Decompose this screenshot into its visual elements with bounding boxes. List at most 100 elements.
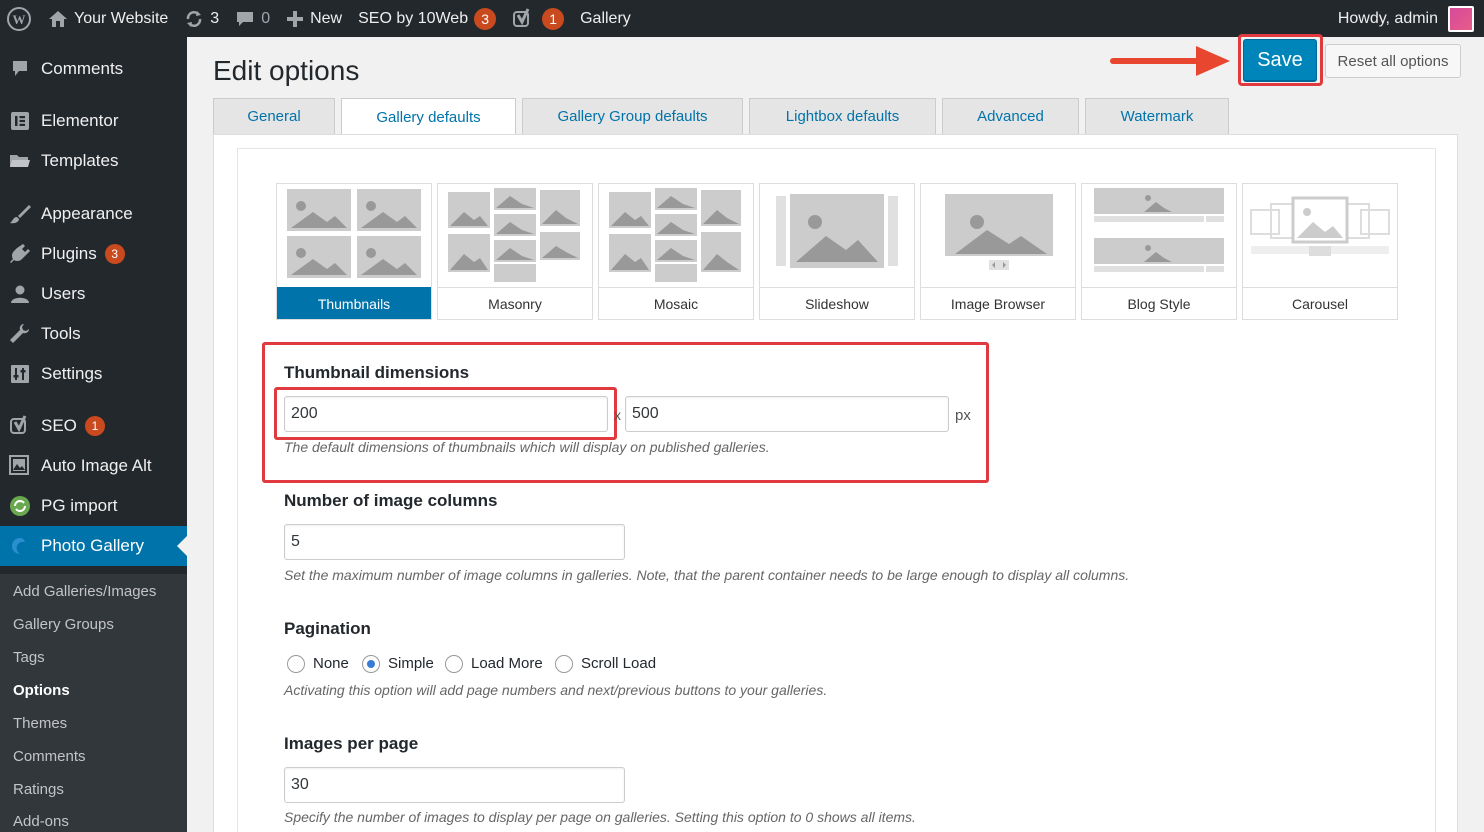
sidebar-item-pg-import[interactable]: PG import — [0, 486, 187, 526]
submenu-tags[interactable]: Tags — [13, 649, 45, 666]
sidebar-item-label: Settings — [41, 364, 103, 383]
images-per-page-title: Images per page — [284, 734, 419, 753]
dimension-separator: x — [614, 407, 621, 423]
submenu-ratings[interactable]: Ratings — [13, 781, 64, 798]
view-carousel[interactable]: Carousel — [1242, 183, 1398, 320]
seo-badge: 3 — [474, 7, 497, 30]
tab-lightbox-defaults[interactable]: Lightbox defaults — [749, 98, 936, 134]
sidebar-item-label: Auto Image Alt — [41, 456, 152, 475]
updates-link[interactable]: 3 — [176, 0, 227, 37]
submenu-gallery-groups[interactable]: Gallery Groups — [13, 616, 114, 633]
users-icon — [8, 282, 32, 306]
sidebar-item-label: Appearance — [41, 204, 133, 223]
save-button[interactable]: Save — [1243, 39, 1317, 81]
current-menu-arrow — [177, 536, 187, 556]
image-columns-input[interactable]: 5 — [284, 524, 625, 560]
view-image-browser[interactable]: Image Browser — [920, 183, 1076, 320]
carousel-preview-icon — [1243, 184, 1397, 287]
yoast-icon — [8, 414, 32, 438]
view-slideshow[interactable]: Slideshow — [759, 183, 915, 320]
yoast-badge: 1 — [542, 7, 565, 30]
reset-all-options-button[interactable]: Reset all options — [1325, 44, 1461, 78]
mosaic-preview-icon — [599, 184, 753, 287]
pagination-radio-scroll-load[interactable] — [555, 655, 573, 673]
sidebar-item-label: Comments — [41, 59, 124, 78]
tab-gallery-defaults[interactable]: Gallery defaults — [341, 98, 516, 135]
sidebar-item-label: Users — [41, 284, 86, 303]
pagination-radio-none[interactable] — [287, 655, 305, 673]
elementor-icon — [8, 109, 32, 133]
admin-bar: W Your Website 3 0 New SEO by 10Web 3 1 … — [0, 0, 1484, 37]
view-blog-style[interactable]: Blog Style — [1081, 183, 1237, 320]
image-columns-title: Number of image columns — [284, 491, 498, 510]
view-label: Mosaic — [599, 287, 753, 319]
sidebar-item-users[interactable]: Users — [0, 274, 187, 314]
seo-badge: 1 — [84, 416, 105, 436]
sidebar-item-plugins[interactable]: Plugins 3 — [0, 234, 187, 274]
comments-link[interactable]: 0 — [227, 0, 278, 37]
sidebar-item-appearance[interactable]: Appearance — [0, 194, 187, 234]
gallery-label: Gallery — [580, 9, 631, 27]
images-per-page-description: Specify the number of images to display … — [284, 809, 916, 825]
tab-watermark[interactable]: Watermark — [1085, 98, 1229, 134]
site-name-link[interactable]: Your Website — [40, 0, 176, 37]
sidebar-item-comments[interactable]: Comments — [0, 49, 187, 89]
sidebar-item-label: SEO — [41, 416, 77, 435]
thumbnail-dimensions-title: Thumbnail dimensions — [284, 363, 470, 382]
view-masonry[interactable]: Masonry — [437, 183, 593, 320]
submenu-comments[interactable]: Comments — [13, 748, 86, 765]
thumbnail-dimensions-description: The default dimensions of thumbnails whi… — [284, 439, 770, 455]
submenu-themes[interactable]: Themes — [13, 715, 67, 732]
comment-bubble-icon — [235, 10, 255, 28]
red-arrow-annotation — [1110, 46, 1230, 76]
recycle-icon — [8, 494, 32, 518]
view-label: Blog Style — [1082, 287, 1236, 319]
admin-sidebar: Comments Elementor Templates Appearance … — [0, 37, 187, 832]
dimension-unit: px — [955, 407, 971, 424]
account-menu[interactable]: Howdy, admin — [1330, 0, 1484, 37]
new-label: New — [310, 9, 343, 27]
submenu-add-galleries[interactable]: Add Galleries/Images — [13, 583, 156, 600]
refresh-icon — [184, 9, 204, 29]
blog-style-preview-icon — [1082, 184, 1236, 287]
thumbnail-height-input[interactable]: 500 — [625, 396, 949, 432]
howdy-label: Howdy, admin — [1337, 9, 1438, 27]
yoast-icon — [512, 7, 534, 30]
paintbrush-icon — [8, 202, 32, 226]
sidebar-item-auto-image-alt[interactable]: Auto Image Alt — [0, 446, 187, 486]
sidebar-item-seo[interactable]: SEO 1 — [0, 406, 187, 446]
pagination-radio-load-more[interactable] — [445, 655, 463, 673]
submenu-options[interactable]: Options — [13, 682, 70, 699]
pagination-label-load-more: Load More — [471, 655, 543, 672]
seo-10web-link[interactable]: SEO by 10Web 3 — [350, 0, 504, 37]
svg-text:W: W — [13, 12, 26, 27]
plugins-badge: 3 — [104, 244, 125, 264]
comment-icon — [8, 57, 32, 81]
tab-general[interactable]: General — [213, 98, 335, 134]
tab-advanced[interactable]: Advanced — [942, 98, 1079, 134]
sidebar-item-tools[interactable]: Tools — [0, 314, 187, 354]
view-mosaic[interactable]: Mosaic — [598, 183, 754, 320]
avatar — [1448, 5, 1474, 32]
wordpress-logo-button[interactable]: W — [0, 0, 40, 37]
sidebar-item-photo-gallery[interactable]: Photo Gallery — [0, 526, 187, 566]
yoast-link[interactable]: 1 — [504, 0, 572, 37]
thumbnail-width-highlight — [274, 387, 617, 440]
image-browser-preview-icon — [921, 184, 1075, 287]
pagination-label-simple: Simple — [388, 655, 434, 672]
tab-gallery-group-defaults[interactable]: Gallery Group defaults — [522, 98, 743, 134]
sidebar-item-templates[interactable]: Templates — [0, 141, 187, 181]
new-content-link[interactable]: New — [278, 0, 350, 37]
view-thumbnails[interactable]: Thumbnails — [276, 183, 432, 320]
images-per-page-input[interactable]: 30 — [284, 767, 625, 803]
sidebar-item-elementor[interactable]: Elementor — [0, 101, 187, 141]
pagination-radio-simple[interactable] — [362, 655, 380, 673]
gallery-link[interactable]: Gallery — [572, 0, 639, 37]
image-columns-description: Set the maximum number of image columns … — [284, 567, 1130, 583]
submenu-add-ons[interactable]: Add-ons — [13, 813, 69, 830]
sidebar-item-label: Plugins — [41, 244, 97, 263]
sidebar-item-settings[interactable]: Settings — [0, 354, 187, 394]
masonry-preview-icon — [438, 184, 592, 287]
photo-gallery-icon — [8, 534, 32, 558]
sidebar-item-label: Elementor — [41, 111, 119, 130]
